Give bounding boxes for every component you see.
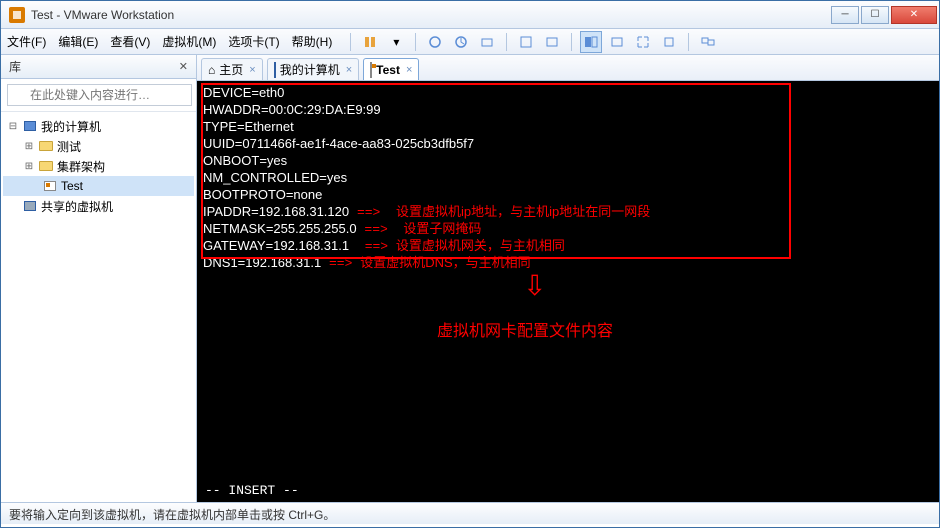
pause-icon[interactable] bbox=[359, 31, 381, 53]
tree-vm-test[interactable]: Test bbox=[3, 176, 194, 196]
app-icon bbox=[9, 7, 25, 23]
status-bar: 要将输入定向到该虚拟机，请在虚拟机内部单击或按 Ctrl+G。 bbox=[1, 502, 939, 524]
menu-vm[interactable]: 虚拟机(M) bbox=[162, 33, 216, 50]
menubar: 文件(F) 编辑(E) 查看(V) 虚拟机(M) 选项卡(T) 帮助(H) ▾ bbox=[1, 29, 939, 55]
window-title: Test - VMware Workstation bbox=[31, 8, 831, 22]
menu-view[interactable]: 查看(V) bbox=[110, 33, 150, 50]
manage-icon[interactable] bbox=[476, 31, 498, 53]
arrow-down-icon: ⇩ bbox=[523, 269, 546, 302]
menu-help[interactable]: 帮助(H) bbox=[292, 33, 333, 50]
tree-root-mypc[interactable]: ⊟我的计算机 bbox=[3, 116, 194, 136]
tab-test[interactable]: Test× bbox=[363, 58, 419, 80]
tab-close-icon[interactable]: × bbox=[406, 64, 412, 76]
sidebar: 库 ✕ 🔍 ▼ ⊟我的计算机 ⊞测试 ⊞集群架构 Test 共享的虚拟机 bbox=[1, 55, 197, 502]
titlebar: Test - VMware Workstation ─ ☐ ✕ bbox=[1, 1, 939, 29]
tab-bar: ⌂主页× 我的计算机× Test× bbox=[197, 55, 939, 81]
menu-edit[interactable]: 编辑(E) bbox=[58, 33, 98, 50]
sidebar-close-icon[interactable]: ✕ bbox=[179, 60, 188, 73]
terminal-output: DEVICE=eth0 HWADDR=00:0C:29:DA:E9:99 TYP… bbox=[199, 83, 937, 274]
stretch-icon[interactable] bbox=[658, 31, 680, 53]
minimize-button[interactable]: ─ bbox=[831, 6, 859, 24]
vm-console[interactable]: DEVICE=eth0 HWADDR=00:0C:29:DA:E9:99 TYP… bbox=[197, 81, 939, 502]
sidebar-header: 库 ✕ bbox=[1, 55, 196, 79]
search-input[interactable] bbox=[7, 84, 192, 106]
console-view-icon[interactable] bbox=[580, 31, 602, 53]
tab-home[interactable]: ⌂主页× bbox=[201, 58, 263, 80]
tree-shared-vms[interactable]: 共享的虚拟机 bbox=[3, 196, 194, 216]
fit-icon[interactable] bbox=[515, 31, 537, 53]
annotation-caption: 虚拟机网卡配置文件内容 bbox=[437, 317, 613, 341]
multimon-icon[interactable] bbox=[697, 31, 719, 53]
tree-folder-test-cn[interactable]: ⊞测试 bbox=[3, 136, 194, 156]
snapshot-icon[interactable] bbox=[424, 31, 446, 53]
dropdown-icon[interactable]: ▾ bbox=[385, 31, 407, 53]
fullscreen-icon[interactable] bbox=[632, 31, 654, 53]
main-area: ⌂主页× 我的计算机× Test× DEVICE=eth0 HWADDR=00:… bbox=[197, 55, 939, 502]
vim-mode: -- INSERT -- bbox=[205, 483, 299, 498]
revert-icon[interactable] bbox=[450, 31, 472, 53]
close-button[interactable]: ✕ bbox=[891, 6, 937, 24]
home-icon: ⌂ bbox=[208, 63, 215, 77]
unity-icon[interactable] bbox=[541, 31, 563, 53]
maximize-button[interactable]: ☐ bbox=[861, 6, 889, 24]
tab-close-icon[interactable]: × bbox=[249, 64, 255, 76]
tree-folder-cluster[interactable]: ⊞集群架构 bbox=[3, 156, 194, 176]
sidebar-title: 库 bbox=[9, 58, 21, 75]
menu-file[interactable]: 文件(F) bbox=[7, 33, 46, 50]
tab-mypc[interactable]: 我的计算机× bbox=[267, 58, 359, 80]
thumbnail-view-icon[interactable] bbox=[606, 31, 628, 53]
menu-tabs[interactable]: 选项卡(T) bbox=[228, 33, 279, 50]
library-tree: ⊟我的计算机 ⊞测试 ⊞集群架构 Test 共享的虚拟机 bbox=[1, 112, 196, 502]
tab-close-icon[interactable]: × bbox=[346, 64, 352, 76]
